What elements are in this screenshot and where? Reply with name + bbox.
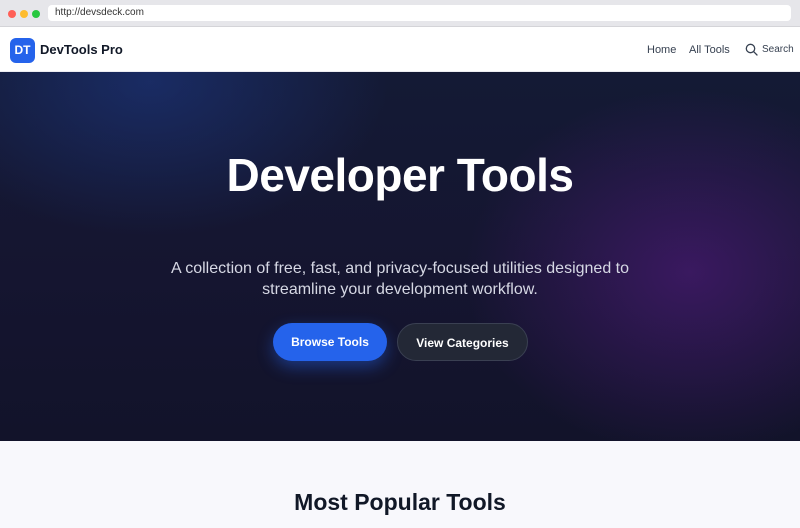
- section-title: Most Popular Tools: [294, 489, 506, 515]
- nav-link-all-tools[interactable]: All Tools: [689, 44, 730, 56]
- browser-chrome: http://devsdeck.com: [0, 0, 800, 27]
- brand-name[interactable]: DevTools Pro: [40, 42, 123, 57]
- site-header: DT DevTools Pro Home All Tools Search: [0, 27, 800, 72]
- hero-section: Developer Tools A collection of free, fa…: [0, 72, 800, 441]
- popular-tools-section: Most Popular Tools: [0, 441, 800, 528]
- nav-link-home[interactable]: Home: [647, 44, 676, 56]
- logo-icon[interactable]: DT: [10, 38, 35, 63]
- close-window-button[interactable]: [8, 10, 16, 18]
- hero-title: Developer Tools: [226, 149, 574, 201]
- search-label: Search: [762, 44, 794, 55]
- view-categories-button[interactable]: View Categories: [397, 323, 528, 361]
- search-icon: [745, 43, 758, 56]
- minimize-window-button[interactable]: [20, 10, 28, 18]
- browse-tools-button[interactable]: Browse Tools: [273, 323, 387, 361]
- address-bar[interactable]: http://devsdeck.com: [48, 5, 791, 21]
- maximize-window-button[interactable]: [32, 10, 40, 18]
- hero-subtitle: A collection of free, fast, and privacy-…: [170, 260, 630, 298]
